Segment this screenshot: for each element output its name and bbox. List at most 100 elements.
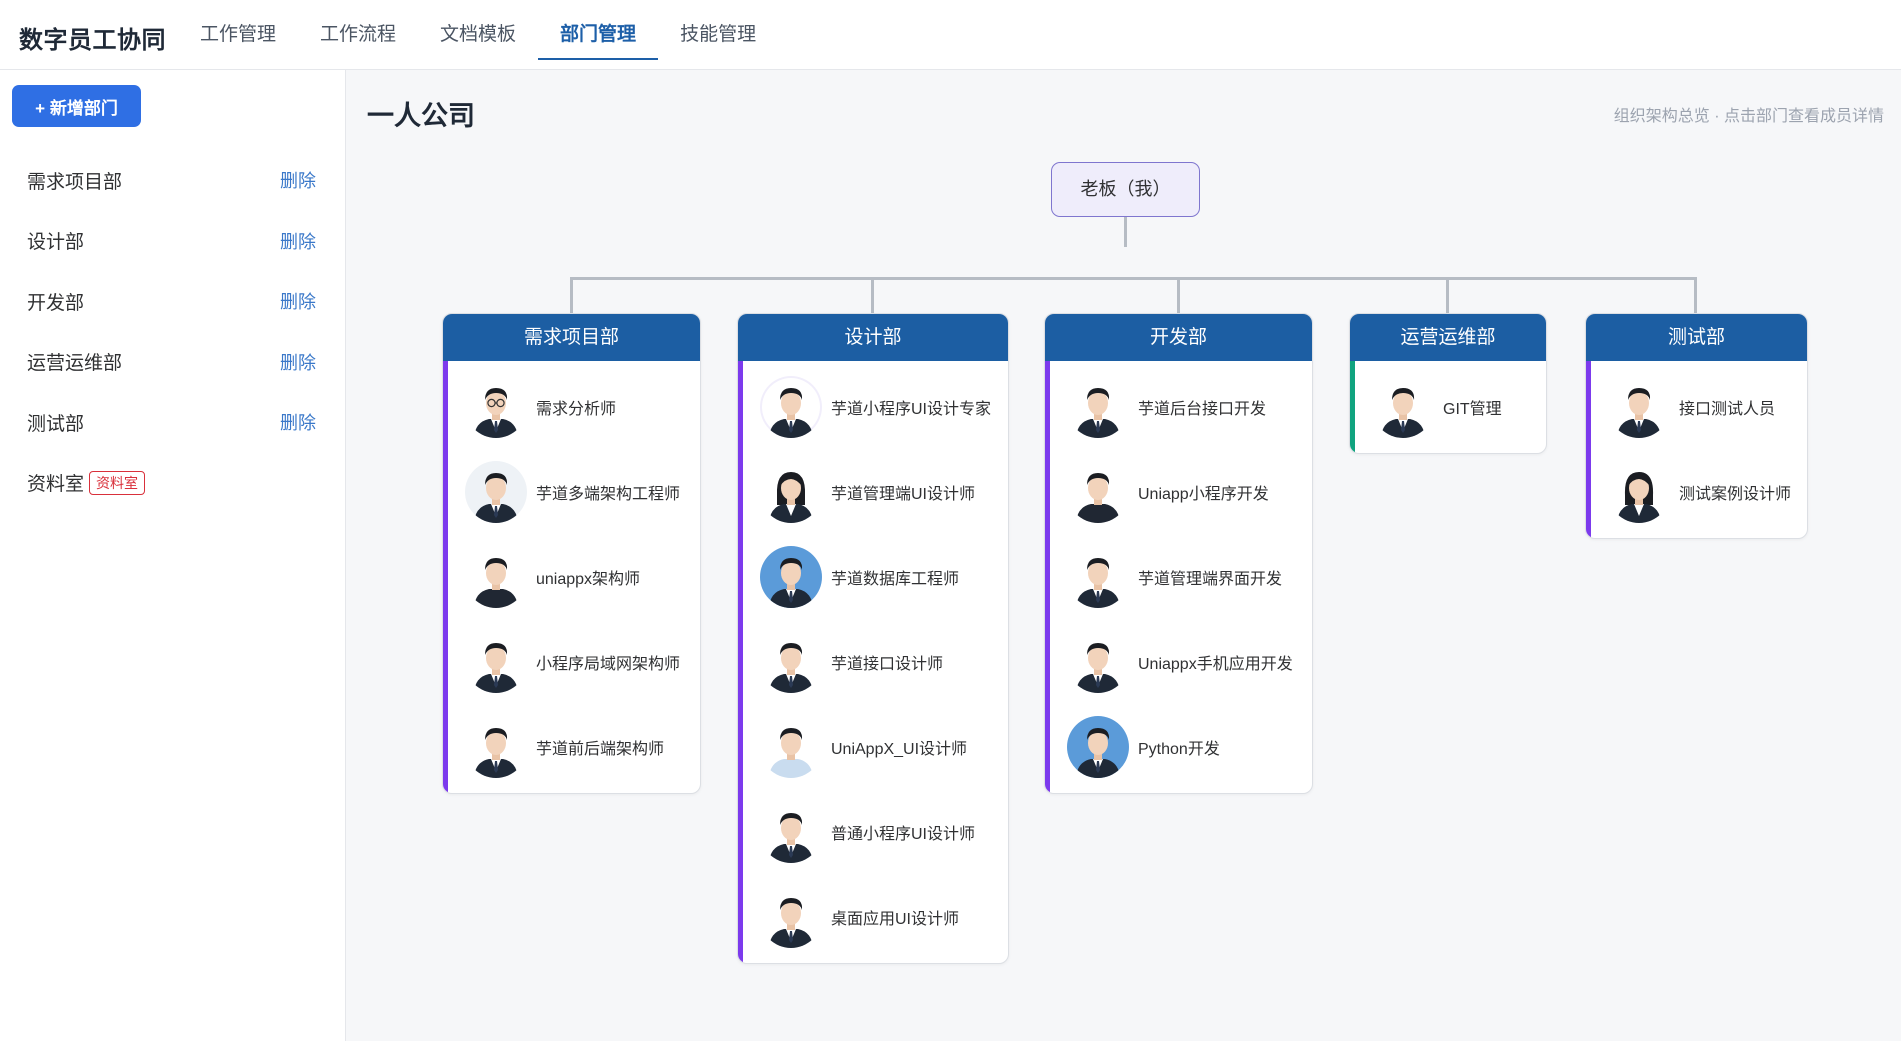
avatar xyxy=(760,715,822,778)
member-item[interactable]: 普通小程序UI设计师 xyxy=(743,789,1008,874)
member-name: 测试案例设计师 xyxy=(1679,485,1792,503)
avatar xyxy=(465,545,527,608)
sidebar-item-label: 测试部 xyxy=(27,413,85,435)
member-item[interactable]: Uniapp小程序开发 xyxy=(1050,449,1312,534)
member-item[interactable]: Python开发 xyxy=(1050,704,1312,789)
avatar xyxy=(465,715,527,778)
dept-card-header[interactable]: 需求项目部 xyxy=(443,314,700,361)
member-item[interactable]: 芋道数据库工程师 xyxy=(743,534,1008,619)
member-item[interactable]: 接口测试人员 xyxy=(1591,364,1807,449)
member-list: 需求分析师 芋道多端架构工程师 uniappx架构师 小程序局域网架构师 芋道前… xyxy=(443,361,700,793)
member-name: GIT管理 xyxy=(1443,400,1502,418)
avatar xyxy=(760,545,822,608)
avatar xyxy=(760,800,822,863)
delete-link[interactable]: 删除 xyxy=(280,288,316,314)
member-name: 芋道接口设计师 xyxy=(831,655,944,673)
sidebar-item-testing[interactable]: 测试部 删除 xyxy=(0,392,346,453)
sidebar-item-development[interactable]: 开发部 删除 xyxy=(0,271,346,332)
member-item[interactable]: UniAppX_UI设计师 xyxy=(743,704,1008,789)
member-list: 芋道后台接口开发 Uniapp小程序开发 芋道管理端界面开发 Uniappx手机… xyxy=(1045,361,1312,793)
member-name: 需求分析师 xyxy=(536,400,617,418)
connector-root-down xyxy=(1124,217,1127,247)
avatar xyxy=(760,460,822,523)
member-item[interactable]: uniappx架构师 xyxy=(448,534,700,619)
member-item[interactable]: 芋道管理端界面开发 xyxy=(1050,534,1312,619)
member-name: 芋道后台接口开发 xyxy=(1138,400,1267,418)
member-item[interactable]: 芋道前后端架构师 xyxy=(448,704,700,789)
member-name: 桌面应用UI设计师 xyxy=(831,910,960,928)
nav-work-management[interactable]: 工作管理 xyxy=(178,0,298,70)
avatar xyxy=(465,375,527,438)
avatar xyxy=(1067,375,1129,438)
dept-card-requirements: 需求项目部 需求分析师 芋道多端架构工程师 uniappx架构师 小程序局域网架… xyxy=(442,313,701,794)
member-name: uniappx架构师 xyxy=(536,570,641,588)
nav-skill-management[interactable]: 技能管理 xyxy=(658,0,778,70)
member-name: 芋道多端架构工程师 xyxy=(536,485,681,503)
member-list: 芋道小程序UI设计专家 芋道管理端UI设计师 芋道数据库工程师 芋道接口设计师 … xyxy=(738,361,1008,963)
page-hint: 组织架构总览 · 点击部门查看成员详情 xyxy=(1613,108,1884,125)
member-item[interactable]: 芋道管理端UI设计师 xyxy=(743,449,1008,534)
nav-department-management[interactable]: 部门管理 xyxy=(538,0,659,70)
member-name: 芋道小程序UI设计专家 xyxy=(831,400,992,418)
member-item[interactable]: 小程序局域网架构师 xyxy=(448,619,700,704)
sidebar-item-label: 运营运维部 xyxy=(27,353,123,375)
delete-link[interactable]: 删除 xyxy=(280,349,316,375)
sidebar-item-label-wrap: 资料室 资料室 xyxy=(27,469,146,497)
avatar xyxy=(760,630,822,693)
delete-link[interactable]: 删除 xyxy=(280,167,316,193)
add-department-button[interactable]: + 新增部门 xyxy=(12,85,141,127)
sidebar-item-archive[interactable]: 资料室 资料室 xyxy=(0,453,346,514)
member-item[interactable]: Uniappx手机应用开发 xyxy=(1050,619,1312,704)
dept-card-header[interactable]: 测试部 xyxy=(1586,314,1807,361)
member-name: 芋道数据库工程师 xyxy=(831,570,960,588)
delete-link[interactable]: 删除 xyxy=(280,228,316,254)
app-title: 数字员工协同 xyxy=(19,27,166,54)
org-root-node[interactable]: 老板（我） xyxy=(1051,162,1200,217)
sidebar-item-operations[interactable]: 运营运维部 删除 xyxy=(0,332,346,393)
avatar xyxy=(760,885,822,948)
sidebar-item-label: 资料室 xyxy=(27,473,85,495)
dept-card-operations: 运营运维部 GIT管理 xyxy=(1349,313,1547,454)
sidebar-item-label: 开发部 xyxy=(27,292,85,314)
avatar xyxy=(1067,545,1129,608)
archive-badge: 资料室 xyxy=(89,470,146,495)
sidebar: + 新增部门 需求项目部 删除 设计部 删除 开发部 删除 运营运维部 删除 测… xyxy=(0,70,346,1041)
member-name: 芋道管理端UI设计师 xyxy=(831,485,976,503)
member-item[interactable]: 芋道小程序UI设计专家 xyxy=(743,364,1008,449)
member-name: Uniapp小程序开发 xyxy=(1138,485,1269,503)
avatar xyxy=(1067,630,1129,693)
dept-card-testing: 测试部 接口测试人员 测试案例设计师 xyxy=(1585,313,1808,539)
member-item[interactable]: 芋道后台接口开发 xyxy=(1050,364,1312,449)
member-name: Uniappx手机应用开发 xyxy=(1138,655,1293,673)
connector-drop-5 xyxy=(1694,277,1697,313)
member-item[interactable]: GIT管理 xyxy=(1355,364,1546,449)
nav-workflow[interactable]: 工作流程 xyxy=(298,0,418,70)
dept-card-header[interactable]: 运营运维部 xyxy=(1350,314,1546,361)
avatar xyxy=(1608,460,1670,523)
avatar xyxy=(760,375,822,438)
avatar xyxy=(465,460,527,523)
sidebar-item-design[interactable]: 设计部 删除 xyxy=(0,211,346,272)
dept-card-development: 开发部 芋道后台接口开发 Uniapp小程序开发 芋道管理端界面开发 Uniap… xyxy=(1044,313,1313,794)
delete-link[interactable]: 删除 xyxy=(280,409,316,435)
connector-drop-4 xyxy=(1446,277,1449,313)
member-name: 芋道管理端界面开发 xyxy=(1138,570,1283,588)
connector-horizontal xyxy=(570,277,1697,280)
nav-doc-templates[interactable]: 文档模板 xyxy=(418,0,538,70)
connector-drop-3 xyxy=(1177,277,1180,313)
member-name: 小程序局域网架构师 xyxy=(536,655,681,673)
member-item[interactable]: 桌面应用UI设计师 xyxy=(743,874,1008,959)
member-item[interactable]: 芋道接口设计师 xyxy=(743,619,1008,704)
member-item[interactable]: 需求分析师 xyxy=(448,364,700,449)
dept-card-header[interactable]: 设计部 xyxy=(738,314,1008,361)
member-item[interactable]: 芋道多端架构工程师 xyxy=(448,449,700,534)
page-title: 一人公司 xyxy=(367,101,475,131)
sidebar-item-label: 设计部 xyxy=(27,232,85,254)
avatar xyxy=(465,630,527,693)
member-list: 接口测试人员 测试案例设计师 xyxy=(1586,361,1807,538)
main-nav: 工作管理 工作流程 文档模板 部门管理 技能管理 xyxy=(178,0,778,70)
dept-card-header[interactable]: 开发部 xyxy=(1045,314,1312,361)
member-item[interactable]: 测试案例设计师 xyxy=(1591,449,1807,534)
avatar xyxy=(1372,375,1434,438)
sidebar-item-requirements[interactable]: 需求项目部 删除 xyxy=(0,150,346,211)
